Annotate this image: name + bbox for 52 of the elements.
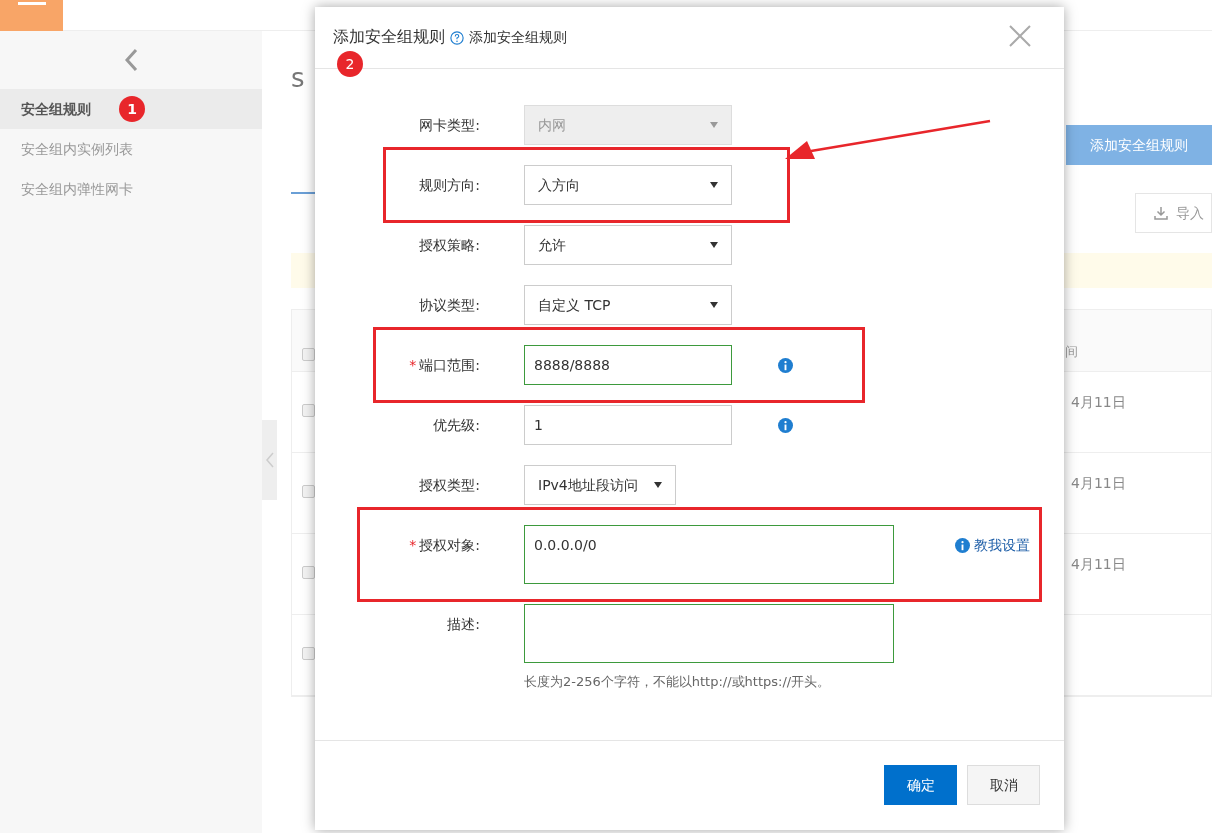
number-badge: 1 — [119, 96, 145, 122]
info-icon — [955, 537, 970, 553]
close-icon[interactable] — [1009, 24, 1031, 47]
field-label: 规则方向: — [419, 175, 480, 195]
field-label: 授权类型: — [419, 475, 480, 495]
field-label: 协议类型: — [419, 295, 480, 315]
field-label: 授权对象: — [419, 535, 480, 555]
download-icon — [1154, 206, 1168, 220]
field-label: 端口范围: — [419, 355, 480, 375]
help-icon[interactable] — [450, 31, 464, 45]
column-header: 间 — [1065, 342, 1079, 361]
caret-icon — [654, 482, 662, 488]
caret-icon — [710, 302, 718, 308]
checkbox[interactable] — [302, 348, 315, 361]
confirm-button[interactable]: 确定 — [884, 765, 957, 805]
checkbox[interactable] — [302, 647, 315, 660]
page-title: s — [291, 63, 305, 93]
chevron-left-icon — [265, 452, 274, 468]
select-field[interactable]: 入方向 — [524, 165, 732, 205]
checkbox[interactable] — [302, 485, 315, 498]
menu-icon — [17, 0, 46, 8]
checkbox[interactable] — [302, 566, 315, 579]
select-field[interactable]: IPv4地址段访问 — [524, 465, 676, 505]
text-area[interactable] — [524, 604, 894, 663]
field-label: 授权策略: — [419, 235, 480, 255]
table-cell-text: 4月11日 — [1071, 555, 1127, 574]
caret-icon — [710, 182, 718, 188]
number-badge: 2 — [337, 51, 363, 77]
table-cell-text: 4月11日 — [1071, 393, 1127, 412]
table-cell-text: 4月11日 — [1071, 474, 1127, 493]
input-field[interactable]: 1 — [524, 405, 732, 445]
caret-icon — [710, 242, 718, 248]
collapse-icon[interactable] — [124, 48, 138, 72]
cancel-button[interactable]: 取消 — [967, 765, 1040, 805]
field-label: 优先级: — [433, 415, 480, 435]
text-area[interactable]: 0.0.0.0/0 — [524, 525, 894, 584]
collapse-handle[interactable] — [262, 420, 277, 500]
dialog-title: 添加安全组规则 — [333, 25, 445, 48]
select-field[interactable]: 自定义 TCP — [524, 285, 732, 325]
field-label: 网卡类型: — [419, 115, 480, 135]
menu-button[interactable] — [0, 0, 63, 31]
field-label: 描述: — [447, 614, 480, 634]
checkbox[interactable] — [302, 404, 315, 417]
input-field[interactable]: 8888/8888 — [524, 345, 732, 385]
help-link[interactable]: 教我设置 — [974, 534, 1030, 556]
help-text: 添加安全组规则 — [469, 28, 567, 47]
sidebar-item[interactable]: 安全组规则 1 — [0, 89, 262, 129]
caret-icon — [710, 122, 718, 128]
select-field[interactable]: 允许 — [524, 225, 732, 265]
hint-text: 长度为2-256个字符，不能以http://或https://开头。 — [524, 673, 832, 691]
required-mark: * — [409, 355, 417, 375]
required-mark: * — [409, 535, 417, 555]
